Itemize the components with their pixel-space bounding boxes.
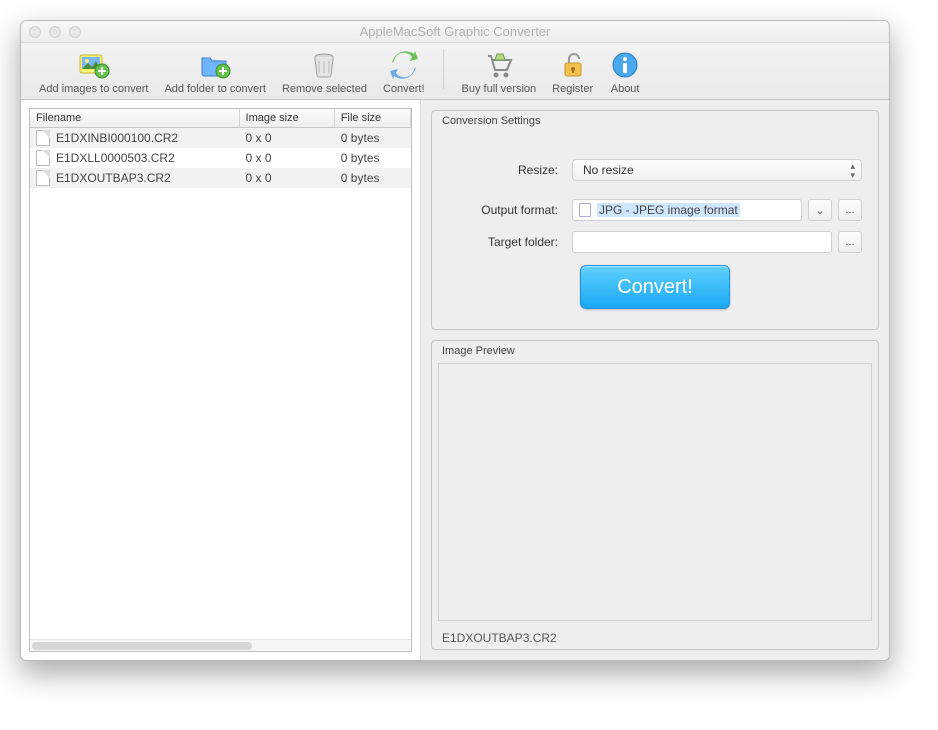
add-folder-button[interactable]: Add folder to convert bbox=[156, 49, 274, 95]
document-icon bbox=[579, 203, 591, 217]
close-icon[interactable] bbox=[29, 26, 41, 38]
add-folder-icon bbox=[199, 49, 231, 81]
file-icon bbox=[36, 170, 50, 186]
horizontal-scrollbar[interactable] bbox=[30, 639, 411, 651]
table-row[interactable]: E1DXINBI000100.CR2 0 x 0 0 bytes bbox=[30, 128, 411, 148]
resize-select[interactable]: No resize ▴▾ bbox=[572, 159, 862, 181]
convert-toolbar-button[interactable]: Convert! bbox=[375, 49, 433, 95]
output-format-dropdown-button[interactable]: ⌄ bbox=[808, 199, 832, 221]
file-table-body: E1DXINBI000100.CR2 0 x 0 0 bytes E1DXLL0… bbox=[30, 128, 411, 639]
register-button[interactable]: Register bbox=[544, 49, 601, 95]
remove-selected-button[interactable]: Remove selected bbox=[274, 49, 375, 95]
window-title: AppleMacSoft Graphic Converter bbox=[21, 24, 889, 39]
resize-label: Resize: bbox=[448, 163, 558, 177]
preview-filename: E1DXOUTBAP3.CR2 bbox=[432, 627, 878, 649]
image-preview-title: Image Preview bbox=[432, 341, 878, 363]
convert-button[interactable]: Convert! bbox=[580, 265, 730, 309]
image-preview-box bbox=[438, 363, 872, 621]
toolbar-separator bbox=[443, 49, 444, 89]
file-icon bbox=[36, 150, 50, 166]
minimize-icon[interactable] bbox=[49, 26, 61, 38]
target-folder-browse-button[interactable]: ... bbox=[838, 231, 862, 253]
right-pane: Conversion Settings Resize: No resize ▴▾… bbox=[421, 100, 889, 660]
toolbar: Add images to convert Add folder to conv… bbox=[21, 43, 889, 100]
output-format-options-button[interactable]: ... bbox=[838, 199, 862, 221]
file-table[interactable]: Filename Image size File size E1DXINBI00… bbox=[29, 108, 412, 652]
file-table-header: Filename Image size File size bbox=[30, 109, 411, 128]
traffic-lights bbox=[29, 26, 81, 38]
file-icon bbox=[36, 130, 50, 146]
chevron-down-icon: ⌄ bbox=[815, 204, 824, 217]
output-format-label: Output format: bbox=[448, 203, 558, 217]
table-row[interactable]: E1DXLL0000503.CR2 0 x 0 0 bytes bbox=[30, 148, 411, 168]
add-images-button[interactable]: Add images to convert bbox=[31, 49, 156, 95]
col-filename[interactable]: Filename bbox=[30, 109, 240, 127]
image-preview-panel: Image Preview E1DXOUTBAP3.CR2 bbox=[431, 340, 879, 650]
zoom-icon[interactable] bbox=[69, 26, 81, 38]
conversion-settings-title: Conversion Settings bbox=[432, 111, 878, 133]
content: Filename Image size File size E1DXINBI00… bbox=[21, 100, 889, 660]
cart-icon bbox=[483, 49, 515, 81]
add-images-icon bbox=[78, 49, 110, 81]
col-file-size[interactable]: File size bbox=[335, 109, 411, 127]
conversion-settings-panel: Conversion Settings Resize: No resize ▴▾… bbox=[431, 110, 879, 330]
table-row[interactable]: E1DXOUTBAP3.CR2 0 x 0 0 bytes bbox=[30, 168, 411, 188]
file-list-pane: Filename Image size File size E1DXINBI00… bbox=[21, 100, 421, 660]
col-image-size[interactable]: Image size bbox=[240, 109, 335, 127]
titlebar: AppleMacSoft Graphic Converter bbox=[21, 21, 889, 43]
buy-button[interactable]: Buy full version bbox=[454, 49, 545, 95]
target-folder-input[interactable] bbox=[572, 231, 832, 253]
info-icon bbox=[609, 49, 641, 81]
target-folder-label: Target folder: bbox=[448, 235, 558, 249]
lock-icon bbox=[557, 49, 589, 81]
about-button[interactable]: About bbox=[601, 49, 649, 95]
chevron-updown-icon: ▴▾ bbox=[850, 162, 855, 180]
window: AppleMacSoft Graphic Converter Add image… bbox=[20, 20, 890, 661]
output-format-field[interactable]: JPG - JPEG image format bbox=[572, 199, 802, 221]
convert-icon bbox=[388, 49, 420, 81]
trash-icon bbox=[308, 49, 340, 81]
